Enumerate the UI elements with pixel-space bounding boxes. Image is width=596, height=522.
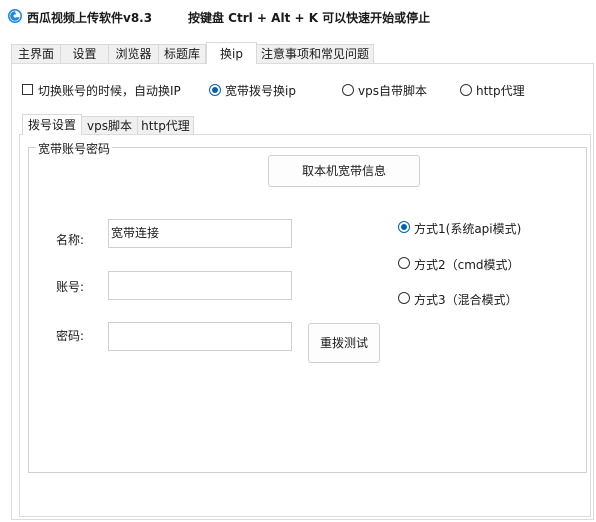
broadband-dial-radio[interactable] xyxy=(209,84,221,96)
vps-script-radio[interactable] xyxy=(342,84,354,96)
tab-http-proxy[interactable]: http代理 xyxy=(137,116,194,134)
tab-title-library[interactable]: 标题库 xyxy=(158,44,206,63)
fetch-broadband-info-button[interactable]: 取本机宽带信息 xyxy=(268,155,420,187)
tab-settings[interactable]: 设置 xyxy=(60,44,109,63)
app-logo-icon xyxy=(8,9,22,23)
hotkey-hint: 按键盘 Ctrl + Alt + K 可以快速开始或停止 xyxy=(188,11,431,25)
password-input[interactable] xyxy=(108,322,292,351)
tab-browser[interactable]: 浏览器 xyxy=(108,44,159,63)
http-proxy-label: http代理 xyxy=(476,84,525,98)
mode2-label: 方式2（cmd模式） xyxy=(414,258,520,272)
mode1-radio[interactable] xyxy=(398,221,410,233)
redial-test-button[interactable]: 重拨测试 xyxy=(308,323,380,363)
auto-switch-ip-checkbox[interactable] xyxy=(22,84,33,95)
mode1-label: 方式1(系统api模式) xyxy=(414,222,522,236)
tab-vps-script[interactable]: vps脚本 xyxy=(81,116,138,134)
account-label: 账号: xyxy=(56,280,85,294)
name-input[interactable]: 宽带连接 xyxy=(108,219,292,248)
http-proxy-radio[interactable] xyxy=(460,84,472,96)
mode2-radio[interactable] xyxy=(398,257,410,269)
tab-change-ip[interactable]: 换ip xyxy=(206,42,257,64)
mode3-radio[interactable] xyxy=(398,292,410,304)
broadband-account-group xyxy=(28,147,587,473)
account-input[interactable] xyxy=(108,271,292,300)
auto-switch-ip-label: 切换账号的时候，自动换IP xyxy=(38,84,181,98)
group-legend: 宽带账号密码 xyxy=(36,140,113,157)
mode3-label: 方式3（混合模式） xyxy=(414,293,518,307)
broadband-dial-label: 宽带拨号换ip xyxy=(225,84,296,98)
name-label: 名称: xyxy=(56,233,85,247)
vps-script-label: vps自带脚本 xyxy=(358,84,427,98)
tab-faq[interactable]: 注意事项和常见问题 xyxy=(256,44,374,63)
tab-main[interactable]: 主界面 xyxy=(11,44,61,63)
window-title: 西瓜视频上传软件v8.3 xyxy=(27,11,153,25)
password-label: 密码: xyxy=(56,329,85,343)
tab-dial-settings[interactable]: 拨号设置 xyxy=(22,114,82,135)
